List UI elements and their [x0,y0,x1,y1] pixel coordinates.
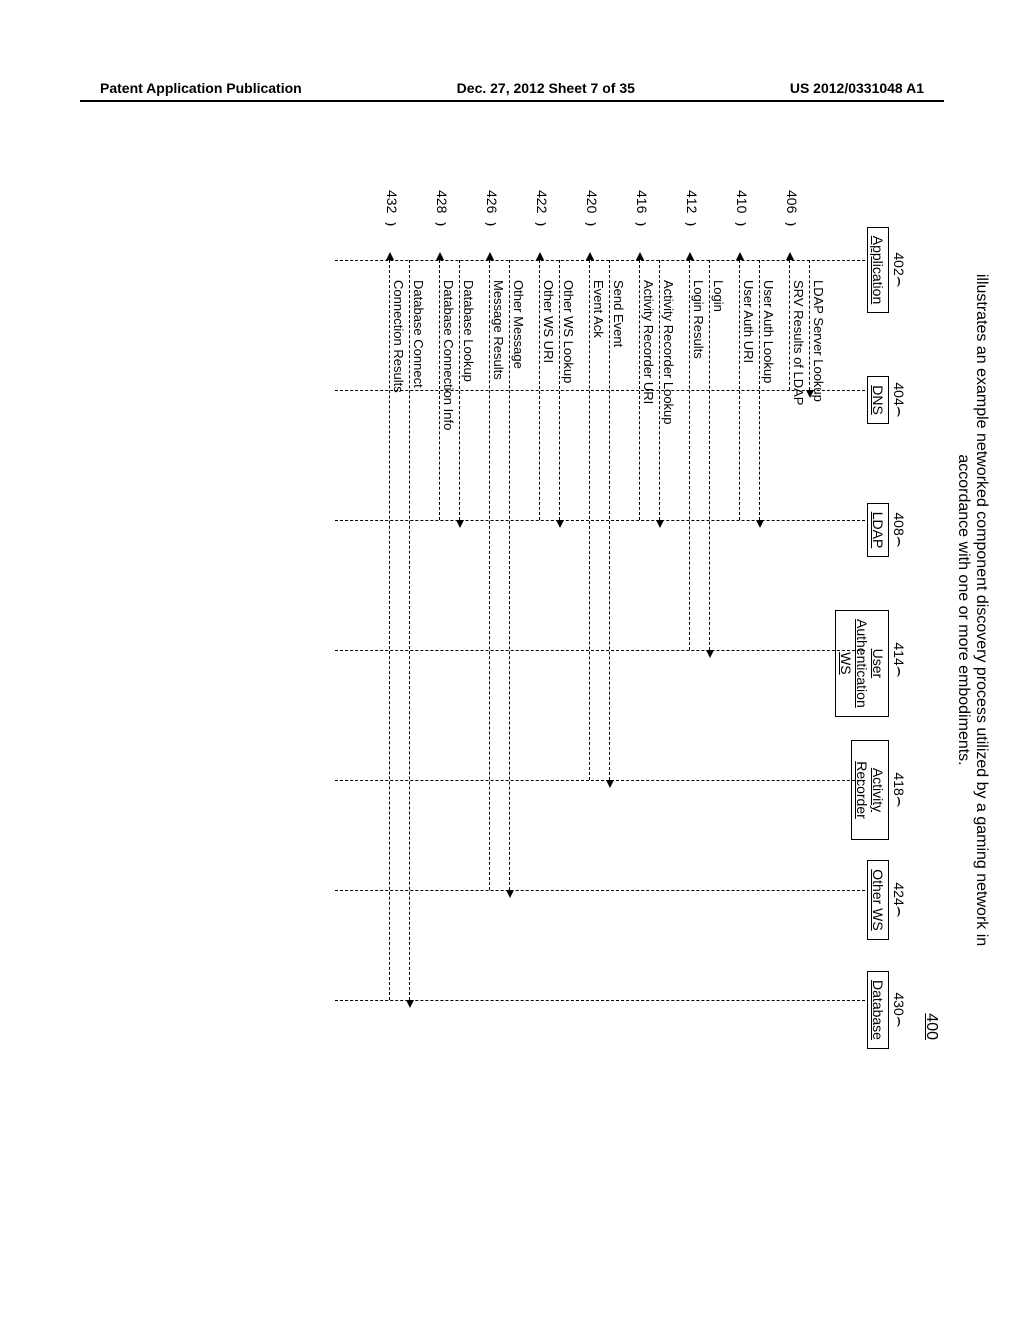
arrow-return-label: Database Connection Info [441,280,456,430]
divider [80,100,944,102]
caption-line1: illustrates an example networked compone… [972,210,990,1010]
arrow-label: Send Event [611,280,626,347]
step-ref-412: 412 [684,190,700,213]
sequence-diagram: illustrates an example networked compone… [50,210,950,1010]
lifeline-ldap: 408⌢LDAP [867,480,910,580]
caption: illustrates an example networked compone… [954,210,990,1010]
arrow-return-label: Other WS URI [541,280,556,363]
lifeline-line [335,260,865,261]
lifeline-dns: 404⌢DNS [867,350,910,450]
arrow-return-426 [489,260,490,890]
arrow-410 [759,260,760,520]
lifeline-line [335,520,865,521]
arrow-label: Login [711,280,726,312]
arrow-label: Activity Recorder Lookup [661,280,676,425]
lifeline-user-authentication-ws: 414⌢User Authentication WS [835,610,910,710]
lifeline-activity-recorder: 418⌢Activity Recorder [851,740,910,840]
arrow-return-406 [789,260,790,390]
arrow-label: LDAP Server Lookup [811,280,826,402]
lifeline-application: 402⌢Application [867,220,910,320]
arrow-422 [559,260,560,520]
arrow-return-422 [539,260,540,520]
arrow-return-label: SRV Results of LDAP [791,280,806,405]
arrow-label: Other WS Lookup [561,280,576,383]
arrow-return-label: Login Results [691,280,706,359]
header-left: Patent Application Publication [100,80,302,96]
step-ref-406: 406 [784,190,800,213]
header-right: US 2012/0331048 A1 [790,80,924,96]
arrow-return-label: Message Results [491,280,506,380]
arrow-return-412 [689,260,690,650]
arrow-416 [659,260,660,520]
arrow-406 [809,260,810,390]
arrow-return-432 [389,260,390,1000]
main-ref: 400 [922,1013,940,1040]
header: Patent Application Publication Dec. 27, … [0,80,1024,96]
step-ref-416: 416 [634,190,650,213]
arrow-return-label: Connection Results [391,280,406,393]
lifeline-line [335,1000,865,1001]
arrow-return-label: Activity Recorder URI [641,280,656,404]
arrow-428 [459,260,460,520]
step-ref-420: 420 [584,190,600,213]
arrow-label: User Auth Lookup [761,280,776,383]
arrow-return-label: User Auth URI [741,280,756,363]
caption-line2: accordance with one or more embodiments. [954,210,972,1010]
header-center: Dec. 27, 2012 Sheet 7 of 35 [457,80,635,96]
step-ref-422: 422 [534,190,550,213]
step-ref-426: 426 [484,190,500,213]
lifeline-line [335,390,865,391]
arrow-label: Other Message [511,280,526,369]
arrow-432 [409,260,410,1000]
lifeline-line [335,780,865,781]
arrow-426 [509,260,510,890]
arrow-return-416 [639,260,640,520]
arrow-412 [709,260,710,650]
arrow-return-428 [439,260,440,520]
lifeline-other-ws: 424⌢Other WS [867,850,910,950]
step-ref-428: 428 [434,190,450,213]
step-ref-410: 410 [734,190,750,213]
lifeline-database: 430⌢Database [867,960,910,1060]
lifeline-line [335,650,865,651]
arrow-label: Database Connect [411,280,426,388]
step-ref-432: 432 [384,190,400,213]
arrow-return-410 [739,260,740,520]
arrow-return-label: Event Ack [591,280,606,338]
arrow-return-420 [589,260,590,780]
arrow-label: Database Lookup [461,280,476,382]
arrow-420 [609,260,610,780]
lifeline-line [335,890,865,891]
